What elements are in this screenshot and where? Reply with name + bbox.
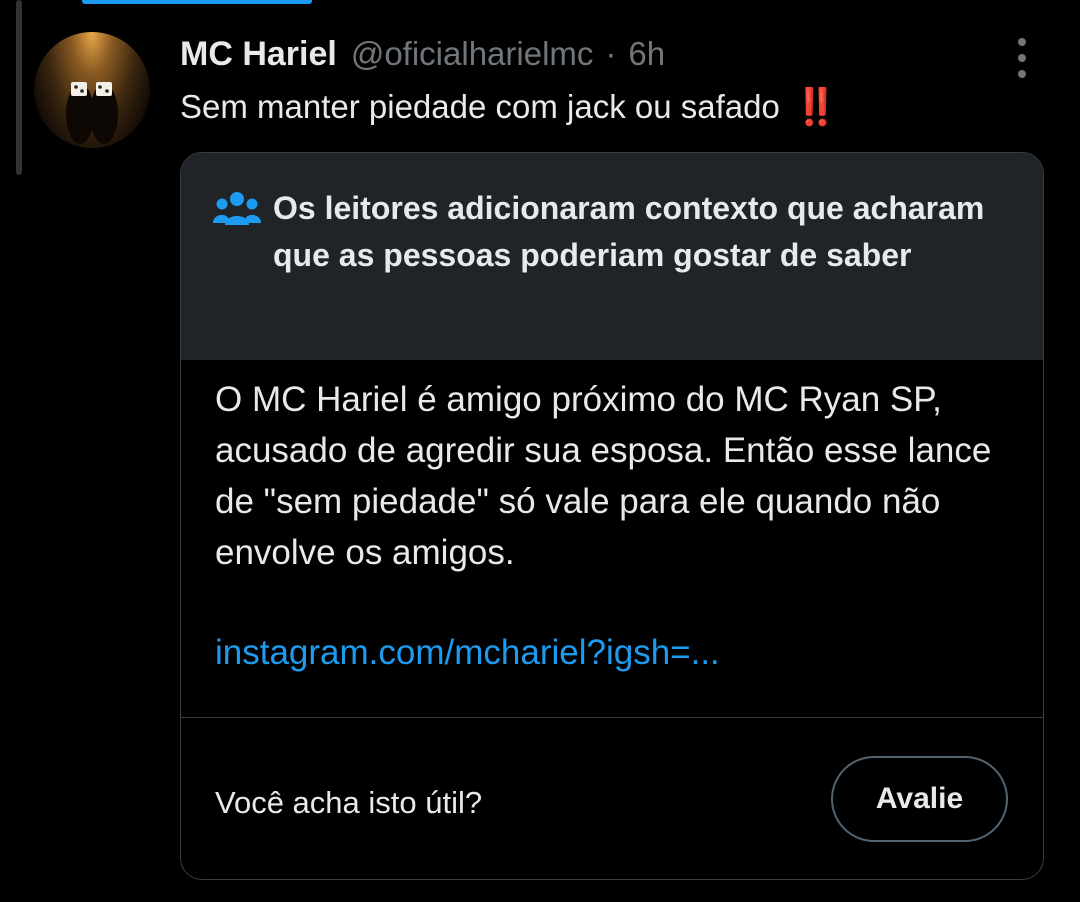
tweet-text: Sem manter piedade com jack ou safado ‼️ xyxy=(180,86,839,128)
active-tab-indicator xyxy=(82,0,312,4)
community-note-header: Os leitores adicionaram contexto que ach… xyxy=(181,153,1043,360)
rate-button[interactable]: Avalie xyxy=(831,756,1008,842)
community-note-card: Os leitores adicionaram contexto que ach… xyxy=(180,152,1044,880)
avatar-image xyxy=(66,82,118,144)
double-exclamation-emoji: ‼️ xyxy=(793,86,839,127)
community-note-link[interactable]: instagram.com/mchariel?igsh=... xyxy=(215,633,720,673)
community-note-body: O MC Hariel é amigo próximo do MC Ryan S… xyxy=(215,380,992,572)
avatar[interactable] xyxy=(34,32,150,148)
tweet-time[interactable]: 6h xyxy=(628,35,665,73)
author-name[interactable]: MC Hariel xyxy=(180,35,337,74)
author-handle[interactable]: @oficialharielmc xyxy=(351,35,594,73)
separator-dot: · xyxy=(605,35,617,72)
people-icon xyxy=(213,192,261,225)
tweet-header: MC Hariel @oficialharielmc · 6h xyxy=(180,32,665,76)
more-options-icon[interactable] xyxy=(1008,38,1036,78)
tweet-text-content: Sem manter piedade com jack ou safado xyxy=(180,88,780,125)
community-note-title: Os leitores adicionaram contexto que ach… xyxy=(273,190,985,273)
helpful-question: Você acha isto útil? xyxy=(215,785,483,820)
divider xyxy=(181,717,1043,718)
thread-line xyxy=(16,0,22,175)
